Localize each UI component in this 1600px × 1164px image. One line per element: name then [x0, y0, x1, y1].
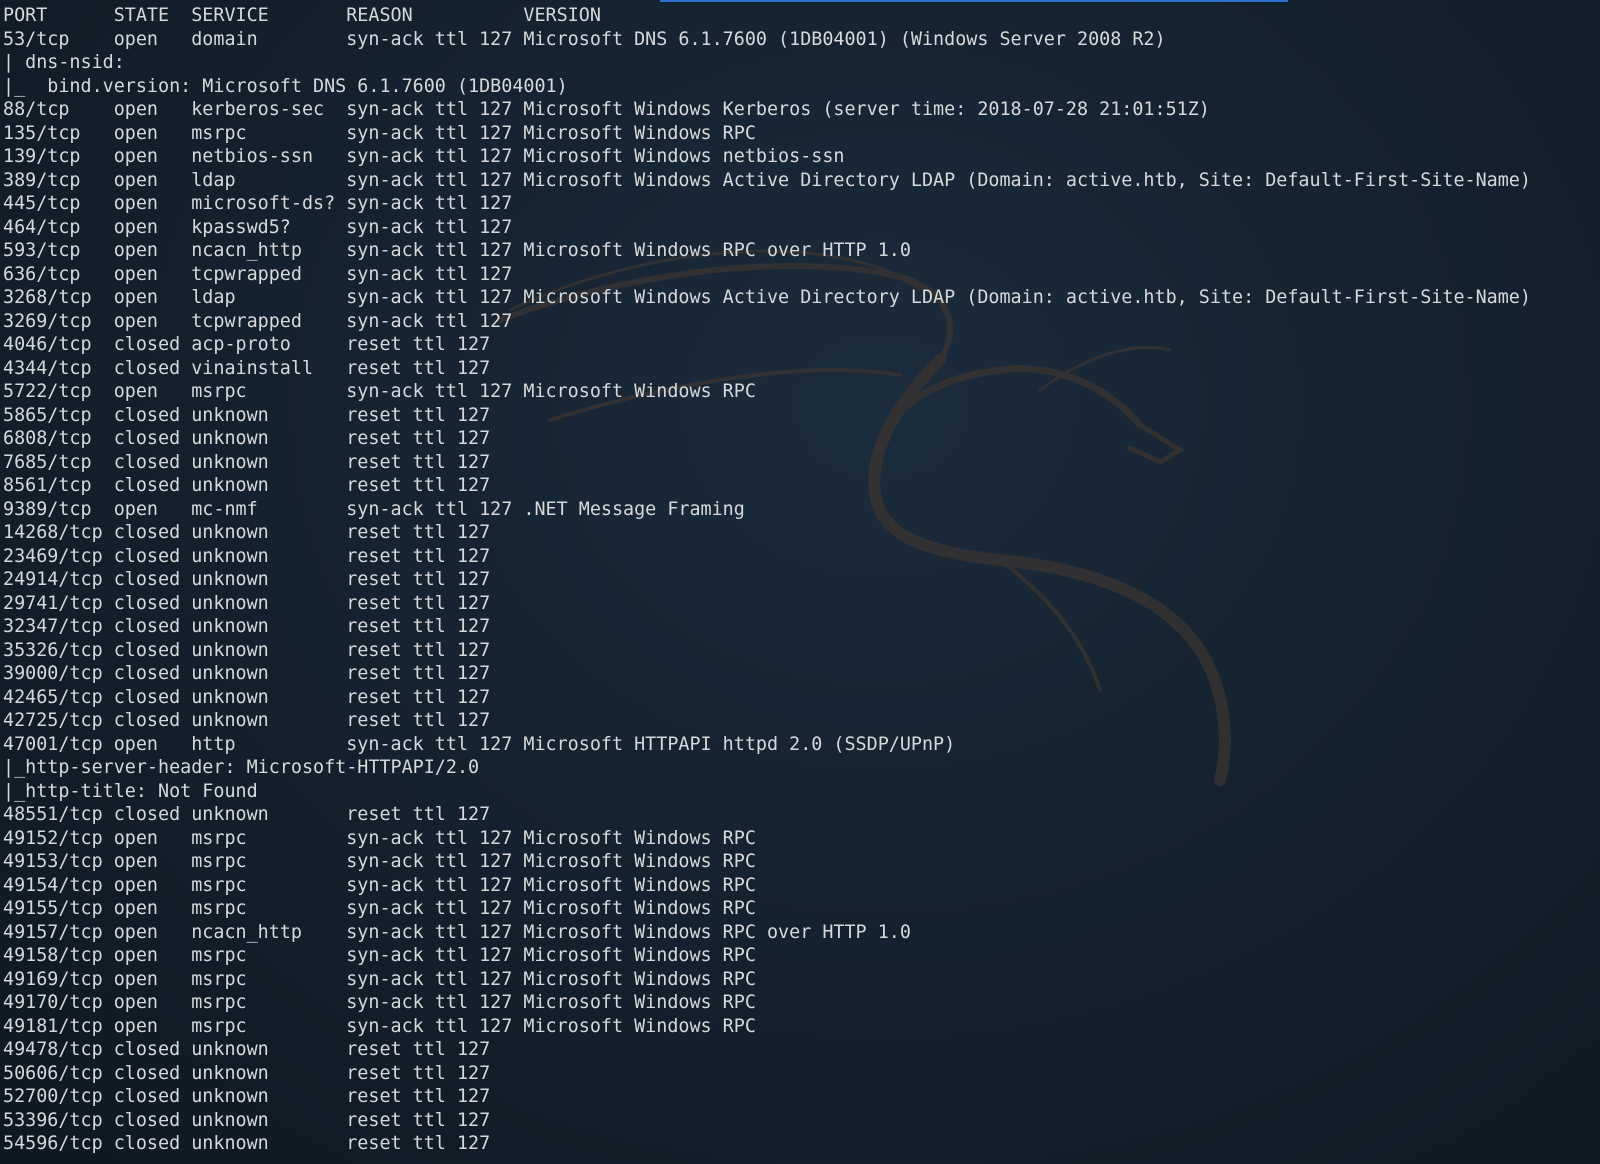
terminal-window[interactable]: PORT STATE SERVICE REASON VERSION 53/tcp… [0, 0, 1600, 1164]
output-line: 8561/tcp closed unknown reset ttl 127 [3, 475, 491, 496]
output-line: 445/tcp open microsoft-ds? syn-ack ttl 1… [3, 193, 513, 214]
window-accent-bar [660, 0, 1288, 2]
output-line: 49170/tcp open msrpc syn-ack ttl 127 Mic… [3, 992, 756, 1013]
output-line: 49154/tcp open msrpc syn-ack ttl 127 Mic… [3, 874, 756, 896]
output-line: 4344/tcp closed vinainstall reset ttl 12… [3, 357, 491, 379]
output-line: 464/tcp open kpasswd5? syn-ack ttl 127 [3, 216, 513, 238]
output-line: 29741/tcp closed unknown reset ttl 127 [3, 592, 491, 614]
output-line: 49478/tcp closed unknown reset ttl 127 [3, 1039, 491, 1060]
output-line: 593/tcp open ncacn_http syn-ack ttl 127 … [3, 240, 911, 261]
output-line: 49157/tcp open ncacn_http syn-ack ttl 12… [3, 921, 911, 943]
output-line: |_http-server-header: Microsoft-HTTPAPI/… [3, 757, 480, 778]
output-line: 9389/tcp open mc-nmf syn-ack ttl 127 .NE… [3, 498, 745, 520]
output-line: 49181/tcp open msrpc syn-ack ttl 127 Mic… [3, 1015, 756, 1037]
output-line: 88/tcp open kerberos-sec syn-ack ttl 127… [3, 99, 1210, 120]
output-line: 49158/tcp open msrpc syn-ack ttl 127 Mic… [3, 945, 756, 966]
output-line: 3269/tcp open tcpwrapped syn-ack ttl 127 [3, 310, 513, 332]
output-line: |_http-title: Not Found [3, 780, 258, 802]
output-line: 53396/tcp closed unknown reset ttl 127 [3, 1109, 491, 1131]
output-line: 47001/tcp open http syn-ack ttl 127 Micr… [3, 733, 956, 755]
output-line: 52700/tcp closed unknown reset ttl 127 [3, 1086, 491, 1107]
output-line: 50606/tcp closed unknown reset ttl 127 [3, 1062, 491, 1084]
output-line: 3268/tcp open ldap syn-ack ttl 127 Micro… [3, 287, 1531, 308]
output-line: 24914/tcp closed unknown reset ttl 127 [3, 569, 491, 590]
output-line: 48551/tcp closed unknown reset ttl 127 [3, 804, 491, 825]
output-line: 54596/tcp closed unknown reset ttl 127 [3, 1133, 491, 1154]
output-line: 389/tcp open ldap syn-ack ttl 127 Micros… [3, 169, 1531, 191]
output-line: 49152/tcp open msrpc syn-ack ttl 127 Mic… [3, 827, 756, 849]
output-line: 5722/tcp open msrpc syn-ack ttl 127 Micr… [3, 381, 756, 402]
output-line: |_ bind.version: Microsoft DNS 6.1.7600 … [3, 75, 568, 97]
output-line: | dns-nsid: [3, 52, 125, 73]
output-line: 5865/tcp closed unknown reset ttl 127 [3, 404, 491, 426]
output-line: 42725/tcp closed unknown reset ttl 127 [3, 710, 491, 731]
output-line: 4046/tcp closed acp-proto reset ttl 127 [3, 334, 491, 355]
output-line: 35326/tcp closed unknown reset ttl 127 [3, 639, 491, 661]
output-line: 135/tcp open msrpc syn-ack ttl 127 Micro… [3, 122, 756, 144]
output-line: 49169/tcp open msrpc syn-ack ttl 127 Mic… [3, 968, 756, 990]
nmap-output: PORT STATE SERVICE REASON VERSION 53/tcp… [3, 4, 1600, 1156]
table-header: PORT STATE SERVICE REASON VERSION [3, 5, 601, 26]
output-line: 14268/tcp closed unknown reset ttl 127 [3, 522, 491, 543]
output-line: 23469/tcp closed unknown reset ttl 127 [3, 545, 491, 567]
output-line: 139/tcp open netbios-ssn syn-ack ttl 127… [3, 146, 845, 167]
output-line: 42465/tcp closed unknown reset ttl 127 [3, 686, 491, 708]
output-line: 7685/tcp closed unknown reset ttl 127 [3, 451, 491, 473]
output-line: 32347/tcp closed unknown reset ttl 127 [3, 616, 491, 637]
output-line: 49155/tcp open msrpc syn-ack ttl 127 Mic… [3, 898, 756, 919]
output-line: 49153/tcp open msrpc syn-ack ttl 127 Mic… [3, 851, 756, 872]
output-line: 39000/tcp closed unknown reset ttl 127 [3, 663, 491, 684]
output-line: 636/tcp open tcpwrapped syn-ack ttl 127 [3, 263, 513, 285]
output-line: 6808/tcp closed unknown reset ttl 127 [3, 428, 491, 449]
output-line: 53/tcp open domain syn-ack ttl 127 Micro… [3, 28, 1166, 50]
